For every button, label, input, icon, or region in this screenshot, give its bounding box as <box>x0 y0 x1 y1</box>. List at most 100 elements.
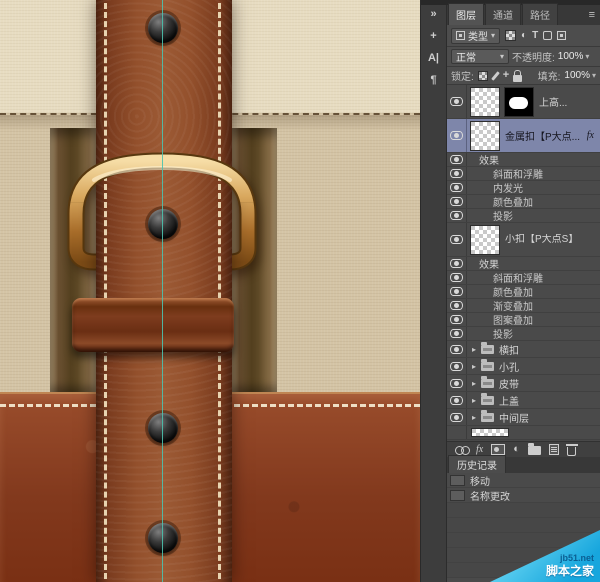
effect-name[interactable]: 斜面和浮雕 <box>493 166 543 181</box>
visibility-toggle[interactable] <box>447 271 467 284</box>
effect-name[interactable]: 内发光 <box>493 180 523 195</box>
group-name[interactable]: 中间层 <box>499 410 600 425</box>
effects-header-row[interactable]: 效果 <box>447 153 600 167</box>
layer-group-row[interactable]: ▸ 皮带 <box>447 375 600 392</box>
visibility-toggle[interactable] <box>447 223 467 256</box>
layer-effect-row[interactable]: 投影 <box>447 327 600 341</box>
layer-group-row[interactable]: ▸ 中间层 <box>447 409 600 426</box>
filter-adjustment-layers-icon[interactable]: ◐ <box>521 31 527 41</box>
effect-name[interactable]: 颜色叠加 <box>493 194 533 209</box>
lock-transparent-pixels-icon[interactable] <box>478 71 488 81</box>
group-name[interactable]: 小孔 <box>499 359 600 374</box>
visibility-toggle[interactable] <box>447 85 467 118</box>
tab-history[interactable]: 历史记录 <box>448 455 506 473</box>
visibility-toggle[interactable] <box>447 285 467 298</box>
delete-layer-icon[interactable] <box>567 447 576 456</box>
visibility-toggle[interactable] <box>447 181 467 194</box>
vertical-guide-line[interactable] <box>162 0 163 582</box>
visibility-toggle[interactable] <box>447 167 467 180</box>
tab-channels[interactable]: 通道 <box>485 3 521 25</box>
opacity-value[interactable]: 100% <box>558 51 590 62</box>
visibility-toggle[interactable] <box>447 299 467 312</box>
filter-kind-dropdown[interactable]: 类型 <box>451 28 500 44</box>
link-layers-icon[interactable] <box>455 446 468 453</box>
layer-effect-row[interactable]: 颜色叠加 <box>447 195 600 209</box>
layer-row[interactable] <box>447 426 600 440</box>
visibility-toggle[interactable] <box>447 257 467 270</box>
history-item[interactable]: 名称更改 <box>447 488 600 503</box>
expand-triangle-icon[interactable]: ▸ <box>469 396 479 405</box>
add-layer-mask-icon[interactable] <box>491 444 505 455</box>
group-name[interactable]: 皮带 <box>499 376 600 391</box>
layer-group-row[interactable]: ▸ 小孔 <box>447 358 600 375</box>
character-panel-icon[interactable]: A| <box>428 53 439 64</box>
visibility-toggle[interactable] <box>447 392 467 408</box>
effects-label[interactable]: 效果 <box>479 256 499 271</box>
layer-fx-badge[interactable]: fx <box>587 130 594 141</box>
layer-style-icon[interactable]: fx <box>476 445 483 455</box>
layer-name[interactable]: 金属扣【P大点... <box>505 128 587 143</box>
layer-name[interactable]: 小扣【P大点S】 <box>505 234 581 245</box>
effect-name[interactable]: 颜色叠加 <box>493 284 533 299</box>
tab-layers[interactable]: 图层 <box>448 3 484 25</box>
layer-effect-row[interactable]: 图案叠加 <box>447 313 600 327</box>
visibility-toggle[interactable] <box>447 409 467 425</box>
visibility-toggle[interactable] <box>447 341 467 357</box>
effect-name[interactable]: 斜面和浮雕 <box>493 270 543 285</box>
layer-effect-row[interactable]: 颜色叠加 <box>447 285 600 299</box>
effect-name[interactable]: 投影 <box>493 326 513 341</box>
filter-pixel-layers-icon[interactable] <box>505 30 516 41</box>
effects-label[interactable]: 效果 <box>479 152 499 167</box>
visibility-toggle[interactable] <box>447 327 467 340</box>
move-tool-icon[interactable]: + <box>430 31 436 42</box>
effect-name[interactable]: 渐变叠加 <box>493 298 533 313</box>
layer-thumbnail[interactable] <box>470 225 500 255</box>
expand-triangle-icon[interactable]: ▸ <box>469 345 479 354</box>
history-item[interactable]: 移动 <box>447 473 600 488</box>
expand-triangle-icon[interactable]: ▸ <box>469 379 479 388</box>
filter-type-layers-icon[interactable]: T <box>532 31 538 41</box>
layer-row[interactable]: 金属扣【P大点...fx <box>447 119 600 153</box>
layer-effect-row[interactable]: 斜面和浮雕 <box>447 271 600 285</box>
visibility-toggle[interactable] <box>447 195 467 208</box>
lock-image-pixels-icon[interactable] <box>491 71 500 81</box>
fill-value[interactable]: 100% <box>564 70 596 81</box>
panel-menu-icon[interactable]: ≡ <box>584 10 600 21</box>
layer-row[interactable]: 小扣【P大点S】 <box>447 223 600 257</box>
paragraph-panel-icon[interactable]: ¶ <box>430 75 436 86</box>
effect-name[interactable]: 投影 <box>493 208 513 223</box>
expand-panels-icon[interactable]: » <box>430 9 436 20</box>
visibility-toggle[interactable] <box>447 153 467 166</box>
lock-position-icon[interactable]: + <box>503 70 509 81</box>
layer-group-row[interactable]: ▸ 横扣 <box>447 341 600 358</box>
new-group-icon[interactable] <box>528 446 541 455</box>
filter-smart-objects-icon[interactable] <box>557 31 566 40</box>
effects-header-row[interactable]: 效果 <box>447 257 600 271</box>
blend-mode-dropdown[interactable]: 正常 <box>451 49 509 64</box>
layer-thumbnail[interactable] <box>470 87 500 117</box>
layer-row[interactable]: 上高... <box>447 85 600 119</box>
lock-all-icon[interactable] <box>513 75 522 82</box>
expand-triangle-icon[interactable]: ▸ <box>469 362 479 371</box>
visibility-toggle[interactable] <box>447 313 467 326</box>
document-canvas[interactable] <box>0 0 420 582</box>
layer-effect-row[interactable]: 渐变叠加 <box>447 299 600 313</box>
layer-effect-row[interactable]: 斜面和浮雕 <box>447 167 600 181</box>
visibility-toggle[interactable] <box>447 209 467 222</box>
filter-shape-layers-icon[interactable] <box>543 31 552 40</box>
layer-effect-row[interactable]: 内发光 <box>447 181 600 195</box>
group-name[interactable]: 上盖 <box>499 393 600 408</box>
layer-name[interactable]: 上高... <box>539 94 600 109</box>
new-layer-icon[interactable] <box>549 444 559 455</box>
visibility-toggle[interactable] <box>447 119 467 152</box>
tab-paths[interactable]: 路径 <box>522 3 558 25</box>
visibility-toggle[interactable] <box>447 426 467 439</box>
layer-thumbnail[interactable] <box>471 428 509 437</box>
layer-thumbnail[interactable] <box>470 121 500 151</box>
layer-group-row[interactable]: ▸ 上盖 <box>447 392 600 409</box>
group-name[interactable]: 横扣 <box>499 342 600 357</box>
layer-effect-row[interactable]: 投影 <box>447 209 600 223</box>
new-adjustment-layer-icon[interactable]: ◐ <box>513 444 520 455</box>
expand-triangle-icon[interactable]: ▸ <box>469 413 479 422</box>
layer-mask-thumbnail[interactable] <box>504 87 534 117</box>
